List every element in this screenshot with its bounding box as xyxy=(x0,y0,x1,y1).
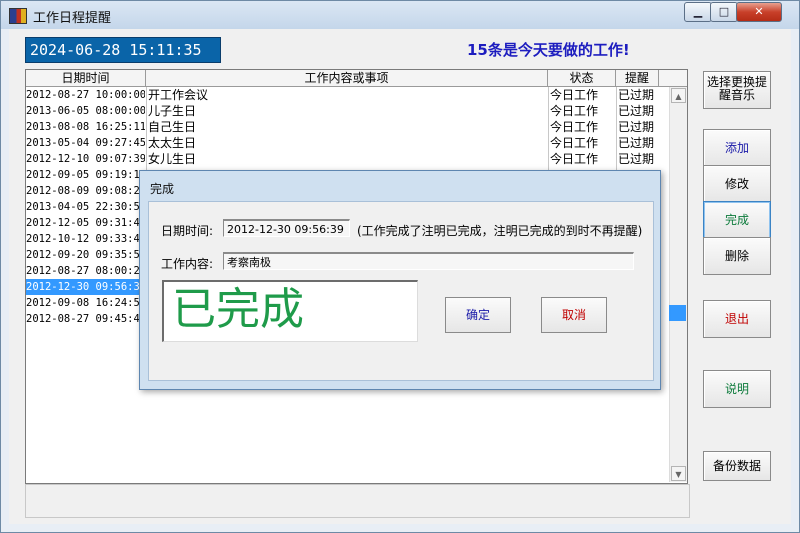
row-content: 自己生日 xyxy=(146,119,549,135)
minimize-button[interactable]: ▁ xyxy=(684,2,712,22)
table-row[interactable]: 2013-08-08 16:25:11 自己生日 今日工作 已过期 xyxy=(26,119,666,135)
clock-display: 2024-06-28 15:11:35 xyxy=(25,37,221,63)
delete-button[interactable]: 删除 xyxy=(703,237,771,275)
row-datetime: 2013-04-05 22:30:53 xyxy=(26,201,145,213)
scroll-down-icon[interactable]: ▼ xyxy=(671,466,686,481)
close-button[interactable]: ✕ xyxy=(736,2,782,22)
minimize-icon: ▁ xyxy=(693,5,703,18)
choose-music-button[interactable]: 选择更换提醒音乐 xyxy=(703,71,771,109)
vertical-scrollbar[interactable]: ▲ ▼ xyxy=(669,87,687,482)
row-remind: 已过期 xyxy=(616,135,660,151)
content-label: 工作内容: xyxy=(161,257,214,271)
row-content: 儿子生日 xyxy=(146,103,549,119)
maximize-icon: □ xyxy=(718,5,730,18)
row-datetime: 2013-06-05 08:00:00 xyxy=(26,105,145,117)
row-content: 开工作会议 xyxy=(146,87,549,103)
title-bar: 工作日程提醒 ▁ □ ✕ xyxy=(1,1,799,29)
row-datetime: 2012-08-27 09:45:45 xyxy=(26,313,145,325)
row-content: 女儿生日 xyxy=(146,151,549,167)
row-remind: 已过期 xyxy=(616,151,660,167)
table-row[interactable]: 2012-12-10 09:07:39 女儿生日 今日工作 已过期 xyxy=(26,151,666,167)
row-status: 今日工作 xyxy=(548,103,617,119)
row-datetime: 2012-12-10 09:07:39 xyxy=(26,153,145,165)
row-datetime: 2012-10-12 09:33:42 xyxy=(26,233,145,245)
column-header-remind[interactable]: 提醒 xyxy=(616,70,659,86)
column-header-content[interactable]: 工作内容或事项 xyxy=(146,70,548,86)
backup-button[interactable]: 备份数据 xyxy=(703,451,771,481)
datetime-label: 日期时间: xyxy=(161,224,214,238)
datetime-field[interactable]: 2012-12-30 09:56:39 xyxy=(223,219,350,237)
row-datetime: 2013-05-04 09:27:45 xyxy=(26,137,145,149)
table-row[interactable]: 2012-08-27 10:00:00 开工作会议 今日工作 已过期 xyxy=(26,87,666,103)
row-datetime: 2012-09-05 09:19:19 xyxy=(26,169,145,181)
column-header-datetime[interactable]: 日期时间 xyxy=(26,70,146,86)
row-content: 太太生日 xyxy=(146,135,549,151)
row-status: 今日工作 xyxy=(548,119,617,135)
table-row[interactable]: 2013-06-05 08:00:00 儿子生日 今日工作 已过期 xyxy=(26,103,666,119)
window-title: 工作日程提醒 xyxy=(33,11,112,26)
exit-button[interactable]: 退出 xyxy=(703,300,771,338)
row-datetime: 2012-09-08 16:24:52 xyxy=(26,297,145,309)
dialog-title: 完成 xyxy=(150,182,175,196)
choose-music-label: 选择更换提醒音乐 xyxy=(706,75,767,102)
row-status: 今日工作 xyxy=(548,151,617,167)
cancel-button[interactable]: 取消 xyxy=(541,297,607,333)
row-remind: 已过期 xyxy=(616,87,660,103)
today-count-headline: 15条是今天要做的工作! xyxy=(467,41,630,59)
help-button[interactable]: 说明 xyxy=(703,370,771,408)
row-status: 今日工作 xyxy=(548,135,617,151)
complete-button[interactable]: 完成 xyxy=(703,201,771,239)
add-button[interactable]: 添加 xyxy=(703,129,771,167)
list-header: 日期时间 工作内容或事项 状态 提醒 xyxy=(26,70,687,87)
row-datetime: 2012-08-27 10:00:00 xyxy=(26,89,145,101)
row-datetime: 2012-08-09 09:08:25 xyxy=(26,185,145,197)
dialog-note: (工作完成了注明已完成，注明已完成的到时不再提醒) xyxy=(357,224,643,238)
completed-text-box[interactable]: 已完成 xyxy=(162,280,418,342)
complete-dialog: 完成 日期时间: 2012-12-30 09:56:39 (工作完成了注明已完成… xyxy=(139,170,661,390)
row-remind: 已过期 xyxy=(616,119,660,135)
edit-button[interactable]: 修改 xyxy=(703,165,771,203)
row-datetime: 2012-12-05 09:31:48 xyxy=(26,217,145,229)
dialog-body: 日期时间: 2012-12-30 09:56:39 (工作完成了注明已完成，注明… xyxy=(148,201,654,381)
close-icon: ✕ xyxy=(754,5,764,18)
table-row[interactable]: 2013-05-04 09:27:45 太太生日 今日工作 已过期 xyxy=(26,135,666,151)
maximize-button[interactable]: □ xyxy=(710,2,738,22)
row-datetime: 2013-08-08 16:25:11 xyxy=(26,121,145,133)
status-area xyxy=(25,484,690,518)
row-datetime: 2012-08-27 08:00:29 xyxy=(26,265,145,277)
row-remind: 已过期 xyxy=(616,103,660,119)
scroll-up-icon[interactable]: ▲ xyxy=(671,88,686,103)
row-datetime: 2012-12-30 09:56:39 xyxy=(26,279,145,295)
selection-marker xyxy=(669,305,686,321)
column-header-status[interactable]: 状态 xyxy=(548,70,616,86)
row-datetime: 2012-09-20 09:35:57 xyxy=(26,249,145,261)
ok-button[interactable]: 确定 xyxy=(445,297,511,333)
row-status: 今日工作 xyxy=(548,87,617,103)
content-field[interactable]: 考察南极 xyxy=(223,252,634,270)
app-icon xyxy=(9,8,27,24)
